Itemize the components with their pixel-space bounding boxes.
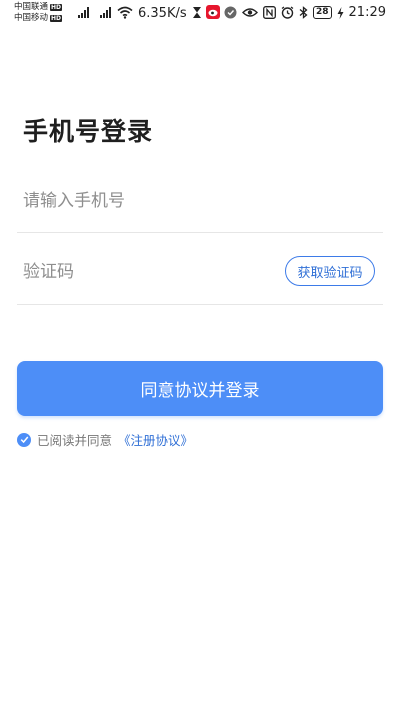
nfc-icon bbox=[263, 6, 276, 19]
get-code-button[interactable]: 获取验证码 bbox=[285, 256, 375, 286]
agreement-checkbox[interactable] bbox=[17, 432, 31, 447]
eye-icon bbox=[242, 8, 258, 17]
login-button[interactable]: 同意协议并登录 bbox=[17, 361, 383, 416]
phone-field bbox=[17, 176, 383, 233]
network-speed: 6.35K/s bbox=[138, 6, 187, 21]
carrier-2: 中国移动 bbox=[14, 13, 49, 23]
page-title: 手机号登录 bbox=[23, 117, 154, 146]
bluetooth-icon bbox=[299, 6, 308, 19]
agreement-link[interactable]: 《注册协议》 bbox=[118, 430, 193, 449]
app-icon bbox=[224, 6, 237, 18]
signal-icon bbox=[100, 6, 111, 18]
weibo-icon bbox=[206, 5, 220, 19]
system-icons: 28 21:29 bbox=[242, 5, 386, 20]
wifi-icon bbox=[117, 6, 133, 19]
verification-code-input[interactable] bbox=[17, 248, 257, 296]
code-field: 获取验证码 bbox=[17, 248, 383, 305]
agreement-text: 已阅读并同意 bbox=[37, 433, 113, 448]
signal-icon bbox=[78, 6, 89, 18]
carrier-1: 中国联通 bbox=[14, 2, 49, 12]
status-bar: 中国联通 HD 中国移动 HD 6.35K/s 28 21:29 bbox=[0, 0, 400, 28]
check-icon bbox=[20, 436, 28, 444]
carrier-info: 中国联通 HD 中国移动 HD bbox=[14, 2, 63, 24]
hourglass-icon bbox=[193, 6, 201, 18]
phone-input[interactable] bbox=[17, 176, 257, 226]
clock: 21:29 bbox=[348, 5, 386, 20]
battery-icon: 28 bbox=[313, 6, 332, 19]
charging-icon bbox=[337, 6, 344, 19]
hd-badge: HD bbox=[50, 15, 63, 22]
notification-icons bbox=[192, 5, 237, 19]
hd-badge: HD bbox=[50, 4, 63, 11]
alarm-icon bbox=[281, 6, 294, 19]
agreement-row: 已阅读并同意 《注册协议》 bbox=[17, 430, 193, 449]
